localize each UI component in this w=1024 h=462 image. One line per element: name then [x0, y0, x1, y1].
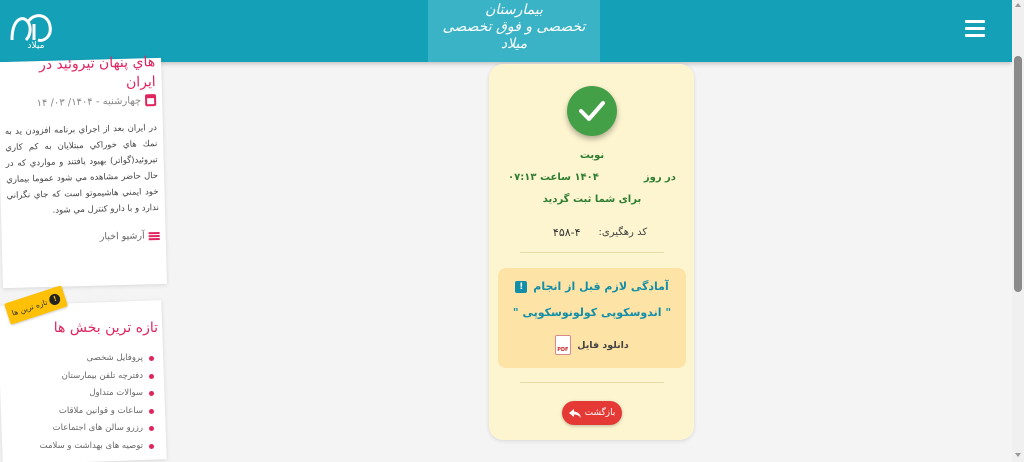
latest-sections-list: پروفایل شخصی دفترچه تلفن بیمارستان سوالا…: [8, 350, 154, 455]
logo-text: میلاد: [28, 41, 45, 50]
alert-icon: !: [48, 291, 62, 306]
new-badge-label: تازه ترین ها: [10, 297, 49, 318]
divider: [520, 382, 664, 383]
news-title-line2[interactable]: ايران: [3, 72, 156, 96]
tracking-code-value: ۴۵۸-۴: [552, 225, 581, 239]
news-archive-link[interactable]: آرشیو اخبار: [8, 230, 160, 245]
bullet-icon: [149, 426, 154, 432]
scrollbar-thumb[interactable]: [1014, 56, 1022, 292]
news-archive-label[interactable]: آرشیو اخبار: [100, 230, 145, 242]
appointment-confirmation: برای شما ثبت گردید: [542, 194, 642, 205]
section-link-visiting-hours[interactable]: ساعات و قوانین ملاقات: [8, 403, 154, 421]
info-icon: !: [515, 280, 528, 293]
hospital-name: بیمارستان تخصصی و فوق تخصصی میلاد: [432, 2, 596, 58]
section-link-hall-booking[interactable]: رزرو سالن های اجتماعات: [8, 420, 154, 438]
bullet-icon: [149, 391, 154, 397]
appointment-day-prefix: در روز: [643, 172, 676, 183]
reply-arrow-icon: [568, 408, 581, 418]
section-link-health-tips[interactable]: توصیه های بهداشت و سلامت: [8, 438, 154, 456]
section-link-profile[interactable]: پروفایل شخصی: [8, 350, 154, 368]
scroll-down-arrow-icon[interactable]: [1015, 453, 1021, 457]
news-date-text: چهارشنبه - ۱۴۰۴/ ۰۳/ ۱۴: [36, 94, 142, 109]
hospital-name-line2: تخصصی و فوق تخصصی میلاد: [442, 19, 586, 52]
tracking-code-label: کد رهگیری:: [598, 226, 648, 238]
tracking-code: کد رهگیری: ۴۵۸-۴: [540, 222, 660, 242]
list-icon: [148, 231, 160, 240]
back-button[interactable]: بازگشت: [562, 401, 622, 425]
success-check-icon: [567, 86, 617, 136]
hospital-logo-icon[interactable]: میلاد: [8, 10, 60, 50]
latest-sections-title: تازه ترین بخش ها: [53, 320, 158, 336]
divider: [520, 252, 664, 253]
calendar-icon: [144, 94, 157, 107]
appointment-time: ۰۷:۱۳: [508, 172, 537, 183]
section-link-phonebook[interactable]: دفترچه تلفن بیمارستان: [8, 368, 154, 386]
preparation-title: آمادگی لازم قبل از انجام !: [504, 280, 680, 293]
bullet-icon: [149, 356, 154, 362]
scroll-up-arrow-icon[interactable]: [1015, 3, 1021, 7]
hamburger-icon: [965, 20, 985, 23]
appointment-time-label: ساعت: [539, 172, 571, 183]
section-link-faq[interactable]: سوالات متداول: [8, 385, 154, 403]
news-body: در ايران بعد از اجراي برنامه افزودن يد ب…: [4, 123, 160, 216]
appointment-date: ۱۴۰۴: [574, 172, 599, 183]
download-file-link[interactable]: دانلود فایل PDF: [550, 334, 634, 356]
preparation-procedure: " اندوسکوپی کولونوسکوپی ": [512, 306, 672, 319]
page-scrollbar[interactable]: [1012, 0, 1024, 462]
bullet-icon: [149, 443, 154, 449]
section-link-label[interactable]: رزرو سالن های اجتماعات: [53, 420, 143, 438]
section-link-label[interactable]: توصیه های بهداشت و سلامت: [40, 438, 143, 456]
news-date: چهارشنبه - ۱۴۰۴/ ۰۳/ ۱۴: [4, 94, 157, 110]
bullet-icon: [149, 373, 154, 379]
section-link-label[interactable]: ساعات و قوانین ملاقات: [59, 403, 143, 421]
download-file-label[interactable]: دانلود فایل: [577, 340, 629, 351]
bullet-icon: [149, 408, 154, 414]
hamburger-menu-button[interactable]: [965, 20, 985, 38]
preparation-title-text: آمادگی لازم قبل از انجام: [533, 280, 669, 293]
pdf-file-icon[interactable]: PDF: [555, 335, 572, 355]
appointment-label: نوبت: [579, 150, 605, 161]
news-card: هاي پنهان تيروئيد در ايران چهارشنبه - ۱۴…: [0, 54, 167, 289]
hospital-name-line1: بیمارستان: [485, 2, 543, 18]
section-link-label[interactable]: سوالات متداول: [89, 385, 143, 403]
section-link-label[interactable]: پروفایل شخصی: [87, 350, 143, 368]
section-link-label[interactable]: دفترچه تلفن بیمارستان: [62, 368, 143, 386]
news-title[interactable]: هاي پنهان تيروئيد در ايران: [3, 52, 156, 96]
back-button-label[interactable]: بازگشت: [585, 408, 616, 418]
appointment-datetime: در روز ۱۴۰۴ ساعت ۰۷:۱۳: [500, 172, 684, 183]
